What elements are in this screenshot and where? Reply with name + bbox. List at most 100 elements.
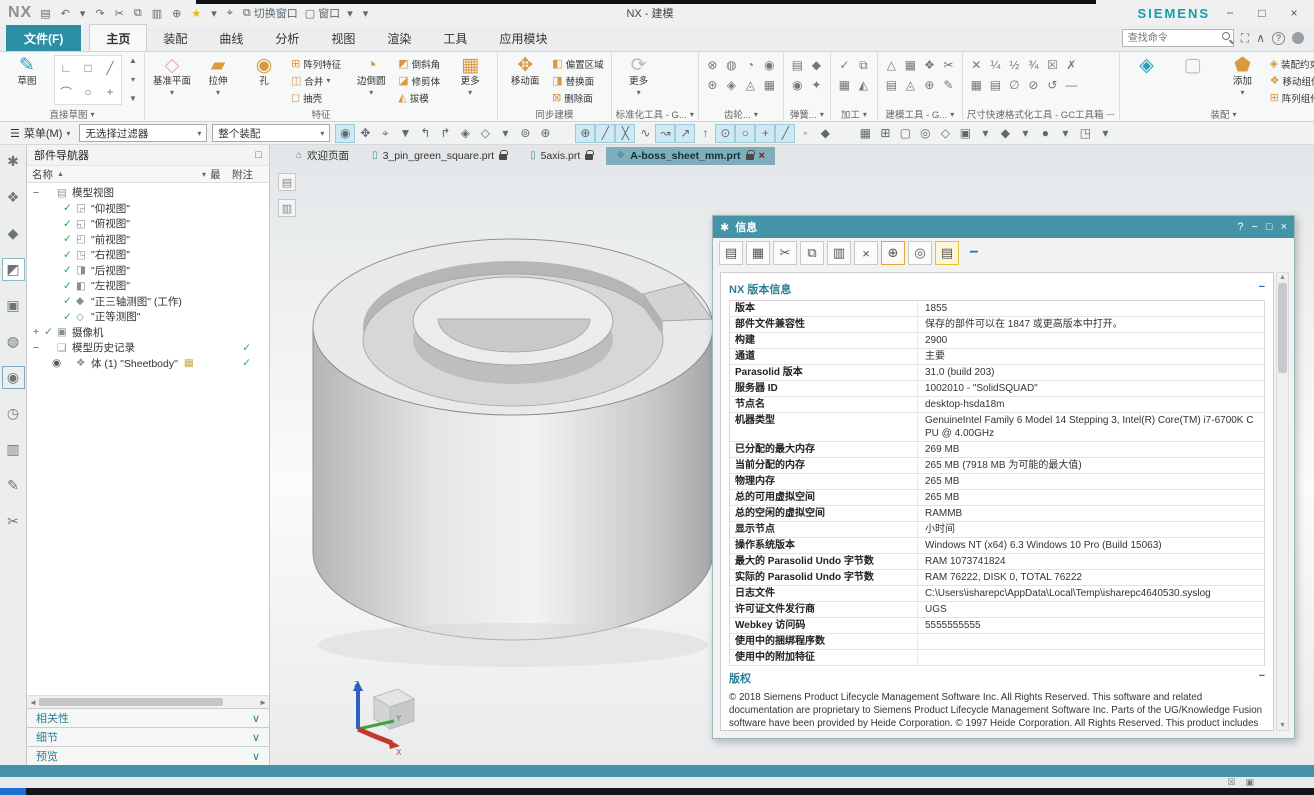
resource-bar-icon[interactable]: ◉: [3, 367, 24, 388]
dialog-minimize-icon[interactable]: −: [1251, 221, 1257, 233]
snap-icon[interactable]: ↝: [655, 124, 675, 143]
horizontal-scrollbar[interactable]: ◄ ►: [27, 695, 269, 708]
ribbon-icon[interactable]: ◬: [746, 78, 755, 92]
maximize-button[interactable]: □: [1250, 6, 1274, 20]
check-icon[interactable]: ✓: [63, 280, 76, 292]
part-3d-model[interactable]: [298, 207, 738, 677]
ribbon-icon[interactable]: ✎: [943, 78, 953, 92]
tree-item[interactable]: ✓ ◳ "右视图": [27, 247, 269, 263]
quick-access-icon[interactable]: ⊕: [172, 7, 184, 20]
quick-access-icon[interactable]: ▾: [363, 7, 372, 20]
tab-part-active[interactable]: ❖A-boss_sheet_mm.prt×: [606, 147, 775, 165]
check-icon[interactable]: ✓: [63, 218, 76, 230]
selection-filter-dropdown[interactable]: 无选择过滤器▾: [79, 124, 207, 142]
minimize-button[interactable]: −: [1218, 6, 1242, 20]
tree-item[interactable]: ✓ ◇ "正等测图": [27, 309, 269, 325]
ribbon-small-button[interactable]: ◭拔模: [398, 89, 443, 106]
dependencies-panel[interactable]: 相关性∨: [27, 708, 269, 727]
quick-access-icon[interactable]: ⧉切换窗口: [243, 5, 298, 21]
dialog-close-icon[interactable]: ×: [1281, 221, 1287, 233]
snap-icon[interactable]: ⊕: [575, 124, 595, 143]
view-icon[interactable]: ▦: [855, 124, 875, 143]
ribbon-button[interactable]: ◉孔: [241, 55, 287, 97]
sketch-shape-icon[interactable]: ⌒: [60, 84, 72, 101]
snap-icon[interactable]: ↑: [695, 124, 715, 143]
ribbon-icon[interactable]: ✕: [971, 58, 981, 72]
view-icon[interactable]: ◳: [1075, 124, 1095, 143]
ribbon-icon[interactable]: ¼: [990, 58, 1000, 72]
dialog-toolbar-icon[interactable]: ▤: [935, 241, 959, 265]
resource-bar-icon[interactable]: ✂: [3, 511, 24, 532]
ribbon-icon[interactable]: ⧉: [859, 58, 868, 73]
quick-access-icon[interactable]: ✂: [115, 7, 127, 20]
sketch-button[interactable]: ✎草图: [4, 55, 50, 88]
selection-icon[interactable]: ⊕: [535, 124, 555, 143]
scrollbar-thumb[interactable]: [1278, 283, 1287, 373]
viewport-tool-icon[interactable]: ▤: [278, 173, 296, 191]
snap-icon[interactable]: ◆: [815, 124, 835, 143]
quick-access-icon[interactable]: ▢窗口: [305, 5, 340, 21]
tab-welcome[interactable]: ⌂欢迎页面: [286, 145, 359, 166]
tree-expander[interactable]: ◉: [52, 357, 63, 369]
selection-icon[interactable]: ▾: [495, 124, 515, 143]
column-note[interactable]: 附注: [232, 167, 264, 182]
resource-bar-icon[interactable]: ◆: [3, 223, 24, 244]
check-icon[interactable]: ✓: [44, 326, 57, 338]
ribbon-small-button[interactable]: ⊞阵列特征: [291, 55, 344, 72]
ribbon-small-button[interactable]: ◫合并▾: [291, 72, 344, 89]
command-search[interactable]: [1122, 29, 1234, 47]
ribbon-icon[interactable]: ↺: [1047, 78, 1057, 92]
ribbon-icon[interactable]: ¾: [1028, 58, 1038, 72]
view-icon[interactable]: ⊞: [875, 124, 895, 143]
ribbon-icon[interactable]: ☒: [1047, 58, 1058, 72]
ribbon-button[interactable]: ▰拉伸▾: [195, 55, 241, 97]
collapse-section-icon[interactable]: −: [1259, 281, 1265, 297]
dialog-title-bar[interactable]: ✱ 信息 ? − □ ×: [713, 216, 1294, 238]
viewport-tool-icon[interactable]: ▥: [278, 199, 296, 217]
dialog-toolbar-icon[interactable]: ▤: [719, 241, 743, 265]
ribbon-tab[interactable]: 主页: [89, 24, 147, 51]
scroll-down-icon[interactable]: ▼: [1279, 722, 1286, 729]
check-icon[interactable]: ✓: [63, 264, 76, 276]
ribbon-tab[interactable]: 渲染: [371, 25, 427, 51]
ribbon-small-button[interactable]: ❖移动组件: [1270, 72, 1314, 89]
ribbon-icon[interactable]: ✦: [811, 78, 821, 92]
quick-access-icon[interactable]: ★: [191, 7, 204, 20]
tab-part-1[interactable]: ▯3_pin_green_square.prt: [362, 147, 517, 165]
dialog-maximize-icon[interactable]: □: [1266, 221, 1273, 233]
more-button[interactable]: ⟳更多▾: [616, 55, 662, 97]
collapse-section-icon[interactable]: −: [1259, 670, 1265, 686]
ribbon-icon[interactable]: ▤: [792, 58, 803, 72]
tree-item[interactable]: + ✓ ▣ 摄像机: [27, 325, 269, 341]
ribbon-tab[interactable]: 曲线: [203, 25, 259, 51]
ribbon-icon[interactable]: ✓: [839, 58, 849, 72]
filter-dropdown-icon[interactable]: ▾: [202, 170, 206, 179]
snap-icon[interactable]: ╱: [775, 124, 795, 143]
check-icon[interactable]: ✓: [63, 311, 76, 323]
dialog-toolbar-icon[interactable]: ⧉: [800, 241, 824, 265]
view-icon[interactable]: ▾: [1015, 124, 1035, 143]
snap-icon[interactable]: ◦: [795, 124, 815, 143]
ribbon-icon[interactable]: ◆: [812, 58, 821, 72]
view-icon[interactable]: ◆: [995, 124, 1015, 143]
selection-icon[interactable]: ✥: [355, 124, 375, 143]
ribbon-small-button[interactable]: ⊞阵列组件: [1270, 89, 1314, 106]
snap-icon[interactable]: ╳: [615, 124, 635, 143]
resource-bar-icon[interactable]: ◩: [3, 259, 24, 280]
dialog-toolbar-icon[interactable]: ▦: [746, 241, 770, 265]
ribbon-tab[interactable]: 应用模块: [483, 25, 563, 51]
ribbon-icon[interactable]: ⊕: [924, 78, 934, 92]
view-icon[interactable]: ●: [1035, 124, 1055, 143]
quick-access-icon[interactable]: ⌖: [227, 7, 236, 20]
quick-access-icon[interactable]: ▾: [211, 7, 220, 20]
resource-bar-icon[interactable]: ▣: [3, 295, 24, 316]
resource-bar-icon[interactable]: ◍: [3, 331, 24, 352]
sketch-shape-icon[interactable]: +: [106, 85, 113, 99]
selection-icon[interactable]: ↱: [435, 124, 455, 143]
dialog-toolbar-icon[interactable]: −: [962, 241, 986, 265]
ribbon-small-button[interactable]: ◧偏置区域: [552, 55, 606, 72]
ribbon-small-button[interactable]: ◻抽壳: [291, 89, 344, 106]
snap-icon[interactable]: +: [755, 124, 775, 143]
quick-access-icon[interactable]: ▾: [80, 7, 89, 20]
dialog-toolbar-icon[interactable]: ✂: [773, 241, 797, 265]
